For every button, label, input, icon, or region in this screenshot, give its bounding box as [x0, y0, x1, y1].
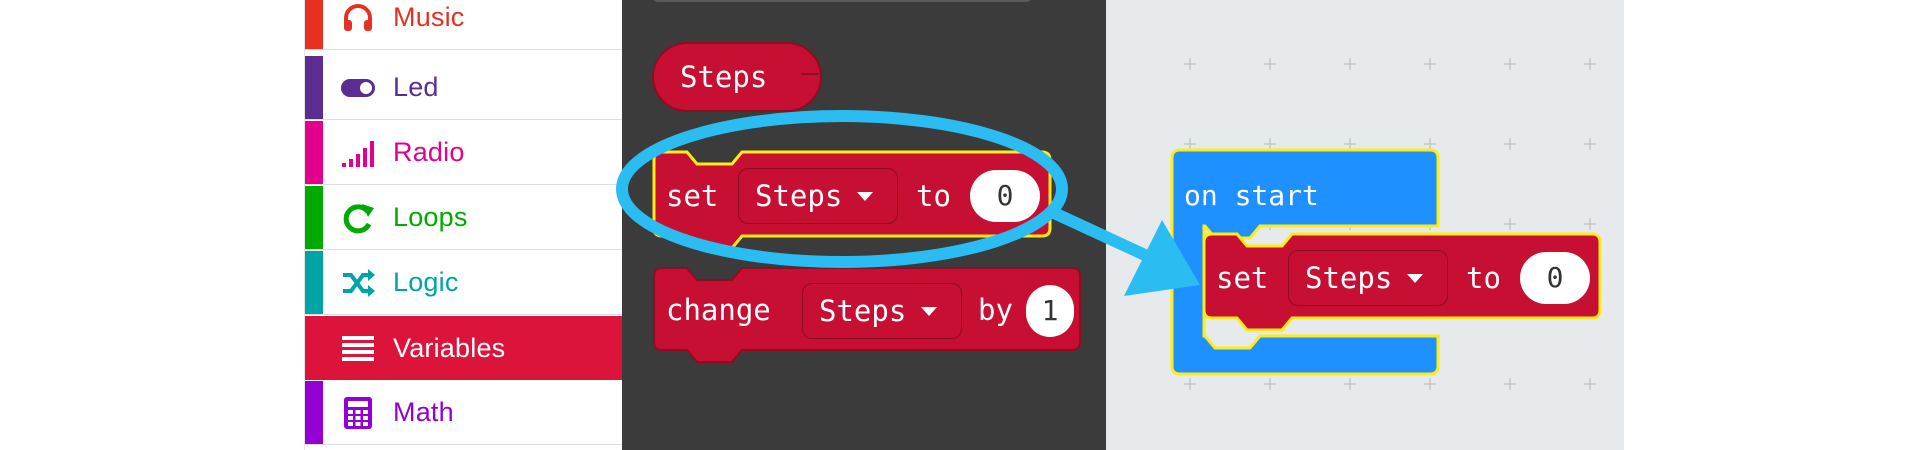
category-stripe	[305, 186, 323, 249]
category-stripe	[305, 381, 323, 444]
blocks-flyout: Steps set Steps to 0 change Steps by 1	[622, 0, 1106, 450]
set-variable-block[interactable]: set Steps to 0	[652, 150, 1052, 250]
category-stripe	[305, 316, 323, 380]
grid-plus-mark	[1184, 378, 1196, 390]
value-input[interactable]: 0	[970, 170, 1040, 222]
editor-screenshot: Music Led Radio Loops Logic Variables Ma…	[0, 0, 1920, 450]
grid-plus-mark	[1504, 218, 1516, 230]
grid-plus-mark	[1424, 378, 1436, 390]
category-label: Loops	[393, 202, 468, 232]
list-lines-icon	[335, 325, 381, 371]
value-input[interactable]: 0	[1520, 252, 1590, 304]
grid-plus-mark	[1584, 378, 1596, 390]
category-stripe	[305, 121, 323, 184]
grid-plus-mark	[1504, 138, 1516, 150]
category-stripe	[305, 0, 323, 49]
event-label: on start	[1184, 179, 1319, 212]
value-input[interactable]: 1	[1026, 285, 1074, 337]
category-label: Led	[393, 72, 439, 102]
grid-plus-mark	[1344, 378, 1356, 390]
variable-dropdown[interactable]: Steps	[802, 283, 962, 339]
chevron-down-icon	[921, 307, 937, 316]
category-variables[interactable]: Variables	[305, 316, 623, 380]
block-keyword-to: to	[916, 179, 951, 213]
grid-plus-mark	[1344, 58, 1356, 70]
category-stripe	[305, 56, 323, 119]
headphones-icon	[335, 0, 381, 41]
grid-plus-mark	[1264, 378, 1276, 390]
dropdown-value: Steps	[819, 293, 907, 328]
input-value: 0	[1546, 261, 1564, 294]
variable-name: Steps	[680, 60, 768, 94]
chevron-down-icon	[1407, 274, 1423, 283]
code-workspace[interactable]: on start set Steps to 0	[1106, 0, 1624, 450]
grid-plus-mark	[1584, 58, 1596, 70]
grid-plus-mark	[1584, 138, 1596, 150]
category-radio[interactable]: Radio	[305, 121, 623, 185]
category-music[interactable]: Music	[305, 0, 623, 50]
category-toolbox: Music Led Radio Loops Logic Variables Ma…	[304, 0, 623, 450]
category-label: Music	[393, 2, 465, 32]
grid-plus-mark	[1504, 58, 1516, 70]
block-keyword-set: set	[666, 179, 719, 213]
input-value: 0	[996, 179, 1014, 212]
change-variable-block[interactable]: change Steps by 1	[652, 266, 1082, 363]
block-keyword-change: change	[666, 293, 771, 327]
loop-arrow-icon	[335, 195, 381, 241]
grid-plus-mark	[1424, 58, 1436, 70]
dropdown-caret-icon[interactable]	[801, 73, 819, 75]
variable-dropdown[interactable]: Steps	[738, 168, 898, 224]
category-logic[interactable]: Logic	[305, 251, 623, 315]
block-keyword-to: to	[1466, 261, 1501, 295]
dropdown-value: Steps	[1305, 260, 1393, 295]
grid-plus-mark	[1504, 378, 1516, 390]
shuffle-icon	[335, 260, 381, 306]
grid-plus-mark	[1264, 58, 1276, 70]
dropdown-value: Steps	[755, 178, 843, 213]
flyout-scroll-edge	[652, 0, 1032, 2]
category-label: Logic	[393, 267, 459, 297]
block-keyword-set: set	[1216, 261, 1269, 295]
signal-bars-icon	[335, 130, 381, 176]
toggle-icon	[335, 65, 381, 111]
workspace-set-variable-block[interactable]: set Steps to 0	[1202, 232, 1602, 332]
category-stripe	[305, 251, 323, 314]
chevron-down-icon	[857, 192, 873, 201]
category-label: Radio	[393, 137, 465, 167]
category-loops[interactable]: Loops	[305, 186, 623, 250]
category-label: Math	[393, 397, 454, 427]
calculator-icon	[335, 390, 381, 436]
block-keyword-by: by	[978, 293, 1013, 327]
variable-dropdown[interactable]: Steps	[1288, 250, 1448, 306]
category-led[interactable]: Led	[305, 56, 623, 120]
category-math[interactable]: Math	[305, 381, 623, 445]
grid-plus-mark	[1184, 58, 1196, 70]
category-label: Variables	[393, 332, 506, 363]
input-value: 1	[1041, 294, 1059, 327]
grid-plus-mark	[1584, 218, 1596, 230]
steps-variable-block[interactable]: Steps	[652, 42, 822, 112]
